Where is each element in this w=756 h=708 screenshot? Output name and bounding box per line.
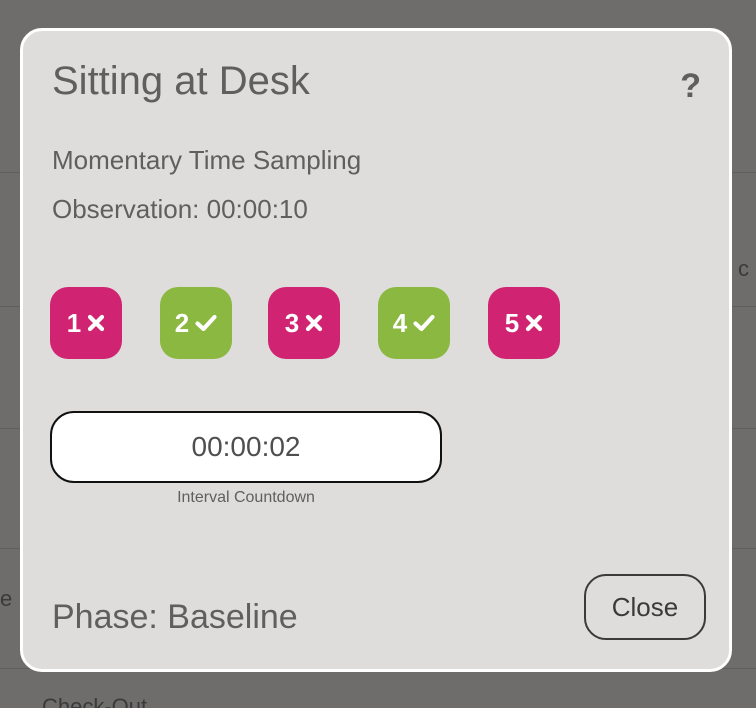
interval-button-5[interactable]: 5 bbox=[488, 287, 560, 359]
interval-countdown-display: 00:00:02 bbox=[50, 411, 442, 483]
interval-number: 1 bbox=[66, 307, 82, 338]
sampling-method: Momentary Time Sampling bbox=[52, 145, 362, 175]
interval-number: 5 bbox=[504, 307, 520, 338]
close-button[interactable]: Close bbox=[584, 574, 706, 640]
phase-label: Phase: Baseline bbox=[52, 598, 298, 636]
background-text-fragment: c bbox=[738, 256, 749, 281]
interval-countdown-label: Interval Countdown bbox=[177, 489, 315, 506]
check-mark-icon bbox=[195, 314, 217, 332]
x-mark-icon bbox=[88, 314, 105, 332]
background-text-fragment: e bbox=[0, 586, 13, 611]
modal-title: Sitting at Desk bbox=[52, 59, 310, 103]
background-text-fragment: Check-Out bbox=[42, 694, 148, 708]
check-mark-icon bbox=[413, 314, 435, 332]
x-mark-icon bbox=[306, 314, 323, 332]
interval-number: 4 bbox=[392, 307, 408, 338]
x-mark-icon bbox=[526, 314, 543, 332]
interval-button-1[interactable]: 1 bbox=[50, 287, 122, 359]
observation-modal: Sitting at Desk ? Momentary Time Samplin… bbox=[20, 28, 732, 672]
interval-button-3[interactable]: 3 bbox=[268, 287, 340, 359]
interval-number: 2 bbox=[174, 307, 190, 338]
interval-button-2[interactable]: 2 bbox=[160, 287, 232, 359]
interval-number: 3 bbox=[284, 307, 300, 338]
interval-button-4[interactable]: 4 bbox=[378, 287, 450, 359]
help-button[interactable]: ? bbox=[680, 67, 701, 106]
observation-timer: Observation: 00:00:10 bbox=[52, 194, 308, 224]
